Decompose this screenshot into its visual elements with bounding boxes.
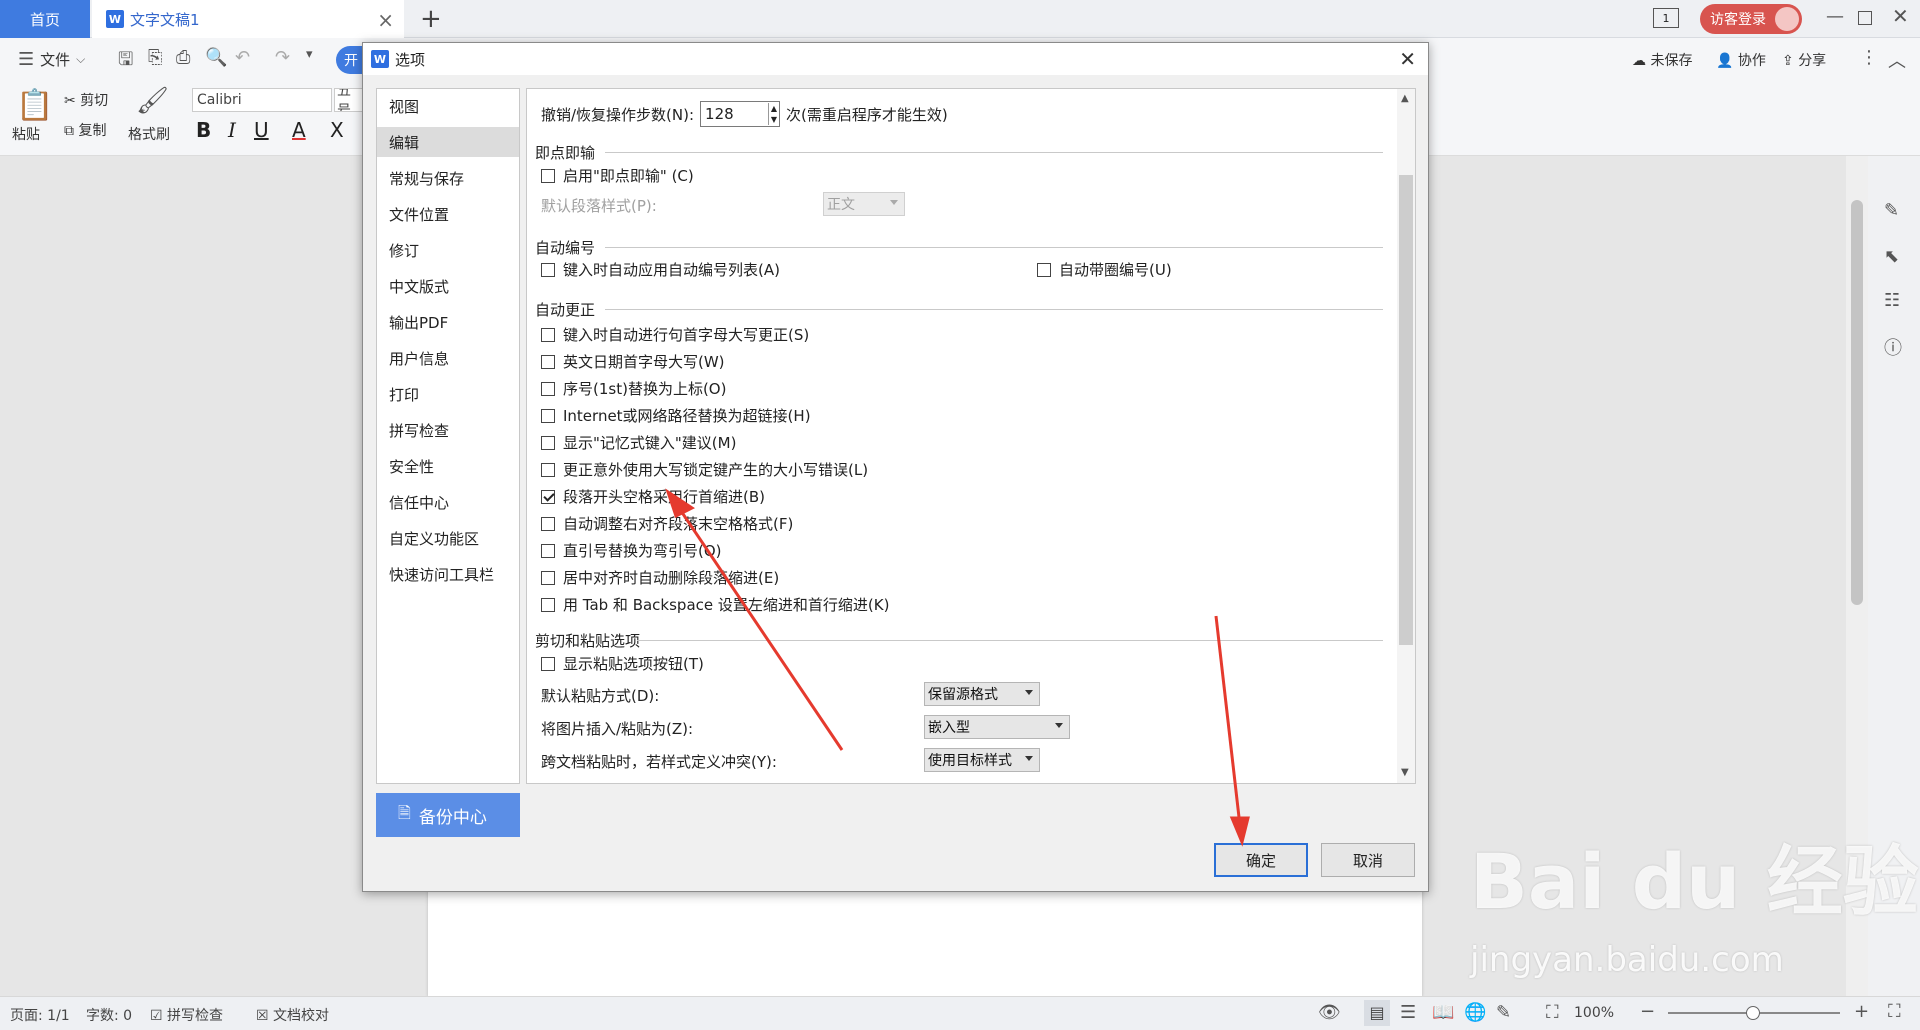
arrow-to-indent-option bbox=[675, 504, 844, 751]
arrow-head bbox=[1229, 816, 1250, 847]
arrow-head bbox=[665, 488, 695, 519]
annotation-arrows bbox=[665, 488, 1250, 847]
arrow-to-ok-button bbox=[1214, 615, 1242, 827]
